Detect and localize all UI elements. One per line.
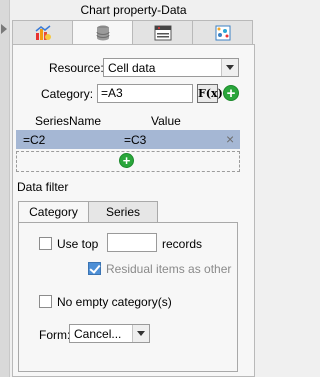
scatter-settings-icon: [215, 25, 230, 40]
filter-tab-category[interactable]: Category: [18, 201, 89, 223]
series-row-name[interactable]: =C2: [23, 133, 45, 147]
add-series-area[interactable]: +: [16, 151, 240, 172]
tab-chart-edit[interactable]: [132, 20, 193, 45]
no-empty-label: No empty category(s): [57, 295, 172, 309]
form-label: Form:: [39, 328, 71, 342]
data-filter-heading: Data filter: [17, 180, 69, 194]
series-value-header: Value: [151, 114, 181, 128]
chart-edit-icon: [154, 25, 171, 40]
form-select[interactable]: Cancel...: [69, 324, 150, 343]
filter-panel: Use top records Residual items as other …: [18, 222, 238, 372]
chart-icon: [35, 24, 51, 40]
property-tabs: [12, 20, 255, 45]
top-records-input[interactable]: [107, 233, 157, 252]
series-name-header: SeriesName: [35, 114, 102, 128]
residual-label: Residual items as other: [106, 262, 232, 276]
form-value: Cancel...: [74, 326, 122, 341]
add-series-button[interactable]: +: [119, 153, 134, 168]
category-input[interactable]: =A3: [97, 84, 193, 103]
records-label: records: [162, 237, 203, 251]
chevron-down-icon[interactable]: [221, 59, 238, 76]
resource-select[interactable]: Cell data: [103, 58, 239, 77]
chart-property-panel: Chart property-Data Resource: Cell data …: [10, 0, 257, 377]
collapse-arrow-icon[interactable]: [1, 24, 7, 34]
series-row-value[interactable]: =C3: [124, 133, 146, 147]
use-top-checkbox[interactable]: [39, 237, 52, 250]
filter-tab-series[interactable]: Series: [88, 201, 158, 223]
series-row[interactable]: =C2 =C3 ×: [16, 130, 240, 149]
tab-data[interactable]: [72, 20, 133, 45]
chevron-down-icon[interactable]: [132, 325, 149, 342]
tab-style[interactable]: [192, 20, 253, 45]
resource-value: Cell data: [108, 60, 156, 75]
panel-title: Chart property-Data: [10, 0, 257, 20]
no-empty-checkbox[interactable]: [39, 295, 52, 308]
close-icon[interactable]: ×: [226, 132, 234, 146]
formula-button[interactable]: F(x): [197, 84, 223, 103]
database-icon: [96, 25, 109, 40]
use-top-label: Use top: [57, 237, 99, 251]
data-tab-content: Resource: Cell data Category: =A3 F(x) +…: [12, 44, 255, 377]
add-category-button[interactable]: +: [223, 85, 239, 101]
resource-label: Resource:: [49, 61, 104, 75]
category-label: Category:: [41, 87, 94, 101]
collapse-strip[interactable]: [0, 0, 10, 377]
tab-chart-type[interactable]: [12, 20, 73, 45]
residual-checkbox[interactable]: [88, 262, 101, 275]
